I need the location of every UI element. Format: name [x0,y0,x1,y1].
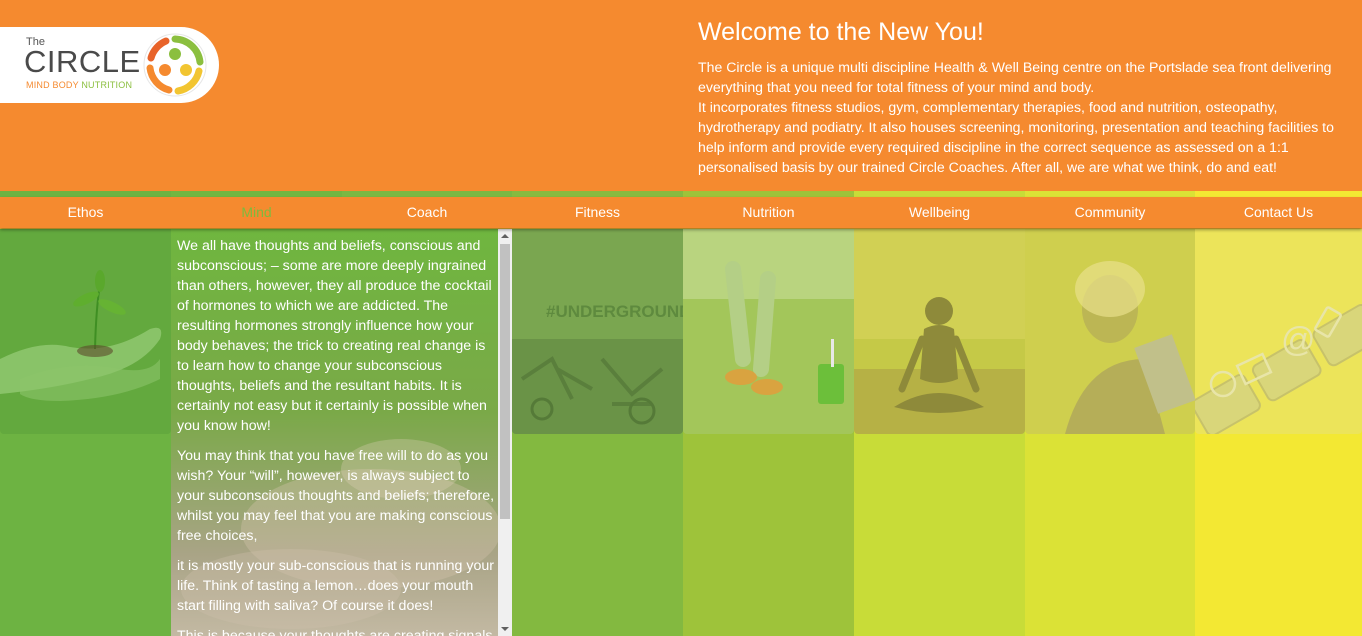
scroll-thumb[interactable] [500,244,510,519]
intro-paragraph-1: The Circle is a unique multi discipline … [698,59,1332,95]
logo-tagline-mind-body: MIND BODY [26,80,79,90]
logo-tagline-nutrition: NUTRITION [81,80,133,90]
scroll-down-arrow-icon[interactable] [498,622,512,636]
wellbeing-tile[interactable] [854,229,1025,434]
welcome-heading: Welcome to the New You! [698,18,984,46]
community-tile[interactable] [1025,229,1195,434]
mind-paragraph-2: You may think that you have free will to… [177,448,495,544]
column-nutrition [683,229,854,636]
plant-in-hands-image [0,229,171,434]
keyboard-contact-image: @ [1195,229,1362,434]
nav-item-ethos[interactable]: Ethos [0,197,171,228]
fitness-tile[interactable]: #UNDERGROUNDGYM [512,229,683,434]
column-wellbeing [854,229,1025,636]
nav-item-community[interactable]: Community [1025,197,1195,228]
circle-people-logo-icon [143,33,207,97]
running-juice-image [683,229,854,434]
painting-woman-image [1025,229,1195,434]
mind-content-panel: We all have thoughts and beliefs, consci… [171,229,512,636]
nav-item-wellbeing[interactable]: Wellbeing [854,197,1025,228]
column-community [1025,229,1195,636]
logo-circle-text: CIRCLE [24,44,141,79]
mind-paragraph-3: it is mostly your sub-conscious that is … [177,558,494,614]
site-header: The CIRCLE MIND BODY NUTRITION Welcome t… [0,0,1362,191]
nav-item-contact-us[interactable]: Contact Us [1195,197,1362,228]
gym-image: #UNDERGROUNDGYM [512,229,683,434]
column-fitness: #UNDERGROUNDGYM [512,229,683,636]
gym-sign-text: #UNDERGROUNDGYM [546,302,683,321]
column-ethos [0,229,171,636]
main-nav: Ethos Mind Coach Fitness Nutrition Wellb… [0,197,1362,228]
intro-paragraph-2: It incorporates fitness studios, gym, co… [698,99,1334,175]
column-contact: @ [1195,229,1362,636]
meditation-beach-image [854,229,1025,434]
site-logo[interactable]: The CIRCLE MIND BODY NUTRITION [0,27,219,103]
mind-paragraph-1: We all have thoughts and beliefs, consci… [177,238,492,434]
intro-text: The Circle is a unique multi discipline … [698,57,1338,177]
ethos-tile[interactable] [0,229,171,434]
mind-text: We all have thoughts and beliefs, consci… [177,236,495,636]
logo-tagline: MIND BODY NUTRITION [26,80,132,90]
nav-item-mind[interactable]: Mind [171,197,342,228]
contact-tile[interactable]: @ [1195,229,1362,434]
svg-text:@: @ [1281,321,1316,359]
mind-scrollbar[interactable] [498,229,512,636]
nav-item-coach[interactable]: Coach [342,197,512,228]
nav-item-fitness[interactable]: Fitness [512,197,683,228]
nutrition-tile[interactable] [683,229,854,434]
scroll-up-arrow-icon[interactable] [498,229,512,243]
nav-item-nutrition[interactable]: Nutrition [683,197,854,228]
mind-paragraph-4: This is because your thoughts are creati… [177,628,493,636]
